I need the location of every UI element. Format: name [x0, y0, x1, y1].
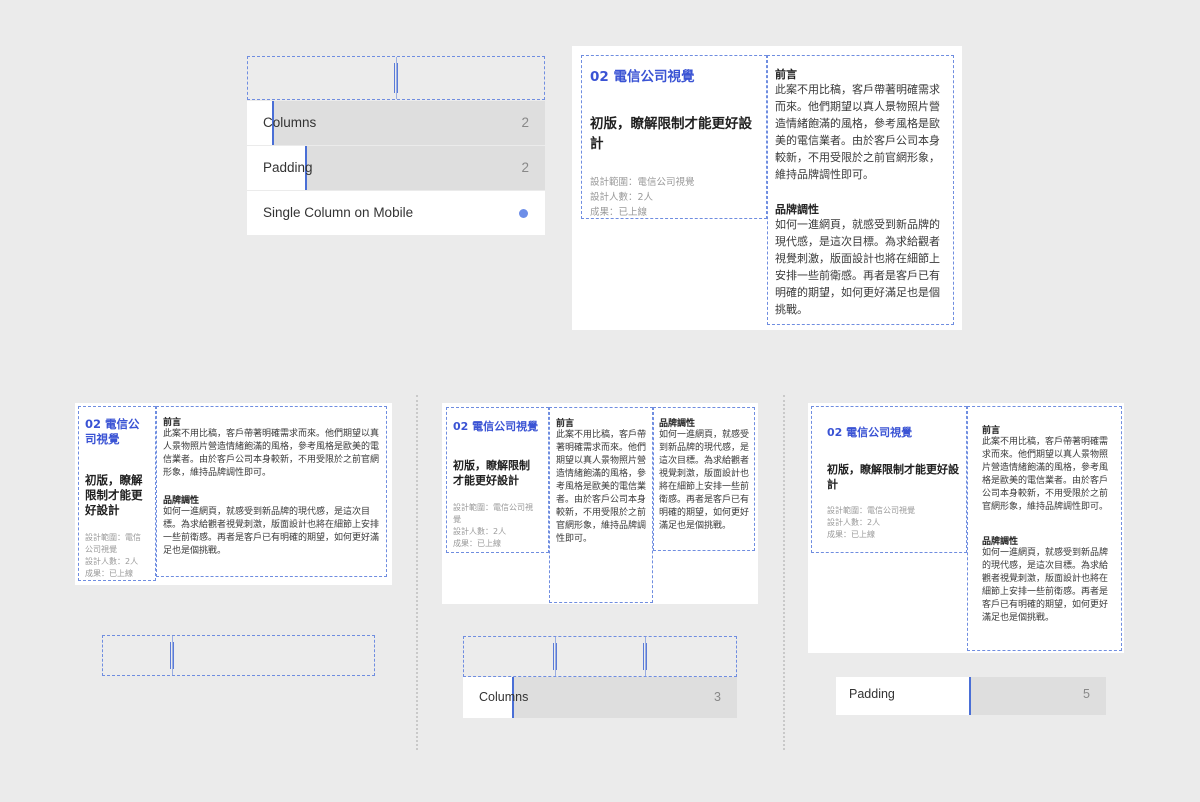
foreword-heading: 前言 — [556, 419, 575, 429]
card-meta: 設計範圍：電信公司視覺 設計人數：2人 成果：已上線 — [827, 505, 915, 541]
card-subtitle-line: 限制才能更 — [85, 488, 143, 502]
card-subtitle: 初版，瞭解限制 才能更好設計 — [453, 458, 530, 488]
single-column-mobile-label: Single Column on Mobile — [263, 205, 414, 220]
brand-text: 如何一進網頁，就感受到新品牌的現代感，是這次目標。為求給觀者視覺刺激，版面設計也… — [775, 218, 940, 316]
card-preview-two-column: 02 電信公司視覺 初版，瞭解限制才能更好設計 設計範圍：電信公司視覺 設計人數… — [572, 46, 962, 330]
meta-scope: 設計範圍：電信公司視覺 — [827, 506, 915, 515]
meta-line: 成果：已上線 — [85, 569, 133, 578]
padding-setting[interactable]: Padding 5 — [836, 677, 1106, 715]
brand-heading: 品牌調性 — [163, 496, 200, 506]
card-title: 02 電信公司視覺 — [827, 426, 913, 439]
foreword-text: 此案不用比稿，客戶帶著明確需求而來。他們期望以真人景物照片營造情緒飽滿的風格，參… — [163, 429, 380, 478]
card-preview-padded: 02 電信公司視覺 初版，瞭解限制才能更好設計 設計範圍：電信公司視覺 設計人數… — [808, 403, 1124, 653]
padding-slider-fill — [306, 146, 545, 190]
column-width-bar[interactable] — [247, 56, 545, 100]
columns-setting[interactable]: Columns 3 — [463, 677, 737, 718]
card-subtitle-line: 好設計 — [85, 503, 120, 517]
card-subtitle-line: 初版，瞭解限制 — [453, 459, 530, 472]
column-divider-handle[interactable] — [552, 637, 558, 676]
padding-setting[interactable]: Padding 2 — [247, 146, 545, 190]
brand-text: 如何一進網頁，就感受到新品牌的現代感，是這次目標。為求給觀者視覺刺激，版面設計也… — [982, 548, 1109, 623]
card-subtitle: 初版，瞭解限制才能更好設計 — [590, 116, 752, 152]
meta-people: 設計人數：2人 — [590, 192, 654, 203]
columns-value: 2 — [521, 115, 529, 130]
card-right-column: 前言 此案不用比稿，客戶帶著明確需求而來。他們期望以真人景物照片營造情緒飽滿的風… — [767, 55, 954, 325]
meta-line: 設計範圍：電信公司視 — [453, 503, 533, 512]
foreword-text: 此案不用比稿，客戶帶著明確需求而來。他們期望以真人景物照片營造情緒飽滿的風格，參… — [556, 430, 647, 544]
card-meta: 設計範圍：電信公司視 覺 設計人數：2人 成果：已上線 — [453, 502, 533, 550]
foreword-heading: 前言 — [163, 418, 182, 428]
padding-label: Padding — [849, 687, 895, 701]
card-title: 02 電信公司視覺 — [590, 69, 695, 85]
card-title: 02 電信公司視覺 — [453, 420, 539, 433]
card-meta: 設計範圍：電信公司視覺 設計人數：2人 成果：已上線 — [590, 175, 695, 220]
meta-people: 設計人數：2人 — [453, 527, 507, 536]
card-subtitle-line: 初版，瞭解 — [85, 473, 143, 487]
brand-heading: 品牌調性 — [982, 537, 1019, 547]
brand-text: 如何一進網頁，就感受到新品牌的現代感，是這次目標。為求給觀者視覺刺激，版面設計也… — [659, 430, 750, 531]
padding-label: Padding — [263, 160, 313, 175]
meta-result: 成果：已上線 — [590, 207, 648, 218]
meta-scope: 設計範圍：電信公司視覺 — [590, 177, 695, 188]
columns-value: 3 — [714, 690, 721, 704]
card-title-line: 02 電信公 — [85, 417, 140, 431]
padding-value: 5 — [1083, 687, 1090, 701]
single-column-mobile-setting[interactable]: Single Column on Mobile — [247, 191, 545, 235]
meta-line: 設計範圍：電信 — [85, 533, 141, 542]
meta-line: 覺 — [453, 515, 461, 524]
brand-text: 如何一進網頁，就感受到新品牌的現代感，是這次目標。為求給觀者視覺刺激，版面設計也… — [163, 507, 380, 556]
card-left-column: 02 電信公司視覺 初版，瞭解限制 才能更好設計 設計範圍：電信公司視 覺 設計… — [446, 407, 549, 553]
column-divider-handle[interactable] — [393, 57, 399, 99]
columns-label: Columns — [263, 115, 317, 130]
meta-result: 成果：已上線 — [827, 530, 875, 539]
column-width-bar[interactable] — [102, 635, 375, 676]
card-left-column: 02 電信公司視覺 初版，瞭解限制才能更好設計 設計範圍：電信公司視覺 設計人數… — [811, 406, 967, 553]
card-title-line: 司視覺 — [85, 432, 120, 446]
card-preview-narrow: 02 電信公 司視覺 初版，瞭解 限制才能更 好設計 設計範圍：電信 公司視覺 … — [75, 403, 392, 585]
card-left-column: 02 電信公 司視覺 初版，瞭解 限制才能更 好設計 設計範圍：電信 公司視覺 … — [78, 406, 156, 581]
card-subtitle: 初版，瞭解 限制才能更 好設計 — [85, 473, 143, 518]
foreword-text: 此案不用比稿，客戶帶著明確需求而來。他們期望以真人景物照片營造情緒飽滿的風格，參… — [775, 83, 940, 181]
meta-result: 成果：已上線 — [453, 539, 501, 548]
card-subtitle: 初版，瞭解限制才能更好設計 — [827, 463, 959, 491]
meta-people: 設計人數：2人 — [827, 518, 881, 527]
meta-line: 公司視覺 — [85, 545, 117, 554]
column-width-bar[interactable] — [463, 636, 737, 677]
card-preview-three-column: 02 電信公司視覺 初版，瞭解限制 才能更好設計 設計範圍：電信公司視 覺 設計… — [442, 403, 758, 604]
card-right-column: 前言 此案不用比稿，客戶帶著明確需求而來。他們期望以真人景物照片營造情緒飽滿的風… — [967, 406, 1122, 651]
foreword-text: 此案不用比稿，客戶帶著明確需求而來。他們期望以真人景物照片營造情緒飽滿的風格，參… — [982, 437, 1109, 512]
card-middle-column: 前言 此案不用比稿，客戶帶著明確需求而來。他們期望以真人景物照片營造情緒飽滿的風… — [549, 407, 653, 603]
card-title: 02 電信公 司視覺 — [85, 417, 140, 447]
foreword-heading: 前言 — [982, 426, 1001, 436]
brand-heading: 品牌調性 — [659, 419, 696, 429]
meta-line: 設計人數：2人 — [85, 557, 139, 566]
section-separator-1 — [416, 395, 418, 750]
columns-setting[interactable]: Columns 2 — [247, 101, 545, 145]
padding-slider-handle[interactable] — [969, 677, 971, 715]
columns-slider-fill — [513, 677, 737, 718]
card-meta: 設計範圍：電信 公司視覺 設計人數：2人 成果：已上線 — [85, 532, 141, 580]
columns-label: Columns — [479, 690, 529, 704]
toggle-on-indicator[interactable] — [519, 209, 528, 218]
card-right-column: 品牌調性 如何一進網頁，就感受到新品牌的現代感，是這次目標。為求給觀者視覺刺激，… — [653, 407, 755, 551]
section-separator-2 — [783, 395, 785, 750]
card-subtitle-line: 才能更好設計 — [453, 474, 519, 487]
padding-value: 2 — [521, 160, 529, 175]
brand-heading: 品牌調性 — [775, 203, 819, 216]
column-divider-handle[interactable] — [169, 636, 175, 675]
card-right-column: 前言 此案不用比稿，客戶帶著明確需求而來。他們期望以真人景物照片營造情緒飽滿的風… — [156, 406, 387, 577]
foreword-heading: 前言 — [775, 68, 797, 81]
card-left-column: 02 電信公司視覺 初版，瞭解限制才能更好設計 設計範圍：電信公司視覺 設計人數… — [581, 55, 767, 219]
column-divider-handle[interactable] — [642, 637, 648, 676]
